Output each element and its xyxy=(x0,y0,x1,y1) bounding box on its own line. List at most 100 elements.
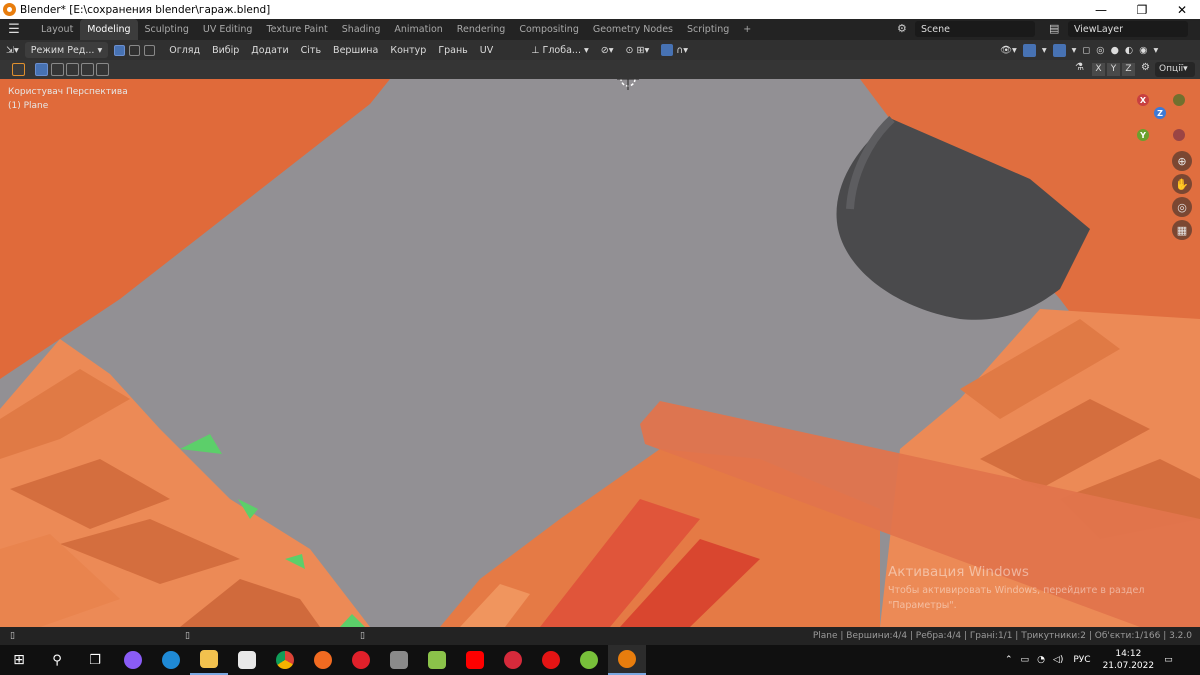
close-button[interactable]: ✕ xyxy=(1164,0,1200,19)
zoom-icon[interactable]: ⊕ xyxy=(1172,151,1192,171)
gizmo-toggle-icon[interactable] xyxy=(1022,43,1036,57)
proportional-edit-icon[interactable]: ∩▾ xyxy=(655,40,694,60)
winrar-icon[interactable] xyxy=(380,645,418,675)
mail-icon[interactable] xyxy=(228,645,266,675)
gizmo-neg-y-axis[interactable] xyxy=(1173,94,1185,106)
chrome-icon[interactable] xyxy=(266,645,304,675)
view-name-label: Користувач Перспектива xyxy=(8,87,128,97)
activation-watermark-title: Активация Windows xyxy=(888,564,1029,580)
youtube-music-icon[interactable] xyxy=(532,645,570,675)
clock-time: 14:12 xyxy=(1115,649,1142,659)
utorrent-icon[interactable] xyxy=(570,645,608,675)
windows-start-icon[interactable]: ⊞ xyxy=(0,645,38,675)
rendered-shading-icon[interactable]: ◉ xyxy=(1139,45,1147,56)
select-subtract-icon[interactable] xyxy=(66,63,79,76)
xray-icon[interactable]: ◻ xyxy=(1082,45,1090,56)
tab-uv-editing[interactable]: UV Editing xyxy=(196,19,260,40)
menu-face[interactable]: Грань xyxy=(432,40,473,60)
minimize-button[interactable]: — xyxy=(1083,0,1119,19)
mirror-y-toggle[interactable]: Y xyxy=(1107,63,1120,76)
camera-view-icon[interactable]: ◎ xyxy=(1172,197,1192,217)
menu-select[interactable]: Вибір xyxy=(206,40,245,60)
network-icon[interactable]: ◔ xyxy=(1037,655,1045,665)
clock[interactable]: 14:12 21.07.2022 xyxy=(1103,648,1155,672)
solid-shading-icon[interactable]: ● xyxy=(1111,45,1119,56)
perspective-toggle-icon[interactable]: ▦ xyxy=(1172,220,1192,240)
tab-geometry-nodes[interactable]: Geometry Nodes xyxy=(586,19,680,40)
transform-orientation-selector[interactable]: ⊥ Глоба... ▾ xyxy=(525,40,595,60)
menu-edge[interactable]: Контур xyxy=(384,40,432,60)
gizmo-y-axis[interactable]: Y xyxy=(1137,129,1149,141)
tab-compositing[interactable]: Compositing xyxy=(512,19,586,40)
auto-merge-icon[interactable]: ⚙ xyxy=(1141,62,1150,73)
mode-selector[interactable]: Режим Ред... ▾ xyxy=(24,42,109,58)
view-layer-selector[interactable]: ViewLayer xyxy=(1068,21,1188,37)
orange-wall-top-left xyxy=(0,79,390,379)
visibility-icon[interactable]: 👁▾ xyxy=(1000,45,1017,56)
editor-type-icon[interactable]: ⇲▾ xyxy=(0,40,25,60)
volume-icon[interactable]: ◁) xyxy=(1053,655,1063,665)
tab-rendering[interactable]: Rendering xyxy=(450,19,513,40)
tab-texture-paint[interactable]: Texture Paint xyxy=(259,19,334,40)
tab-shading[interactable]: Shading xyxy=(335,19,388,40)
notifications-icon[interactable]: ▭ xyxy=(1164,655,1173,665)
options-dropdown[interactable]: Опції▾ xyxy=(1155,62,1195,77)
select-new-icon[interactable] xyxy=(35,63,48,76)
explorer-icon[interactable] xyxy=(190,645,228,675)
shading-options-icon[interactable]: ▾ xyxy=(1153,45,1158,56)
edge-select-icon[interactable] xyxy=(129,44,141,56)
menu-vertex[interactable]: Вершина xyxy=(327,40,384,60)
viewport-header: ⇲▾ Режим Ред... ▾ Огляд Вибір Додати Сіт… xyxy=(0,40,1200,60)
pivot-point-icon[interactable]: ⊘▾ xyxy=(595,40,620,60)
youtube-icon[interactable] xyxy=(456,645,494,675)
mirror-z-toggle[interactable]: Z xyxy=(1122,63,1135,76)
menu-uv[interactable]: UV xyxy=(474,40,499,60)
maximize-button[interactable]: ❐ xyxy=(1124,0,1160,19)
edge-icon[interactable] xyxy=(152,645,190,675)
gizmo-neg-x-axis[interactable] xyxy=(1173,129,1185,141)
tool-icon[interactable] xyxy=(12,63,25,76)
search-icon[interactable]: ⚲ xyxy=(38,645,76,675)
main-menu-icon[interactable]: ☰ xyxy=(0,19,28,40)
pan-hand-icon[interactable]: ✋ xyxy=(1172,174,1192,194)
opera-icon[interactable] xyxy=(342,645,380,675)
vertex-select-icon[interactable] xyxy=(114,44,126,56)
wireframe-shading-icon[interactable]: ◎ xyxy=(1096,45,1104,56)
activation-watermark-text: Чтобы активировать Windows, перейдите в … xyxy=(888,585,1145,596)
active-object-label: (1) Plane xyxy=(8,101,49,111)
select-intersect-icon[interactable] xyxy=(96,63,109,76)
gizmo-z-axis[interactable]: Z xyxy=(1154,107,1166,119)
scene-selector[interactable]: Scene xyxy=(915,21,1035,37)
alice-icon[interactable] xyxy=(114,645,152,675)
3d-viewport[interactable]: Користувач Перспектива (1) Plane X Z Y ⊕… xyxy=(0,79,1200,627)
bluestacks-icon[interactable] xyxy=(418,645,456,675)
tab-modeling[interactable]: Modeling xyxy=(80,19,138,40)
select-invert-icon[interactable] xyxy=(81,63,94,76)
tray-overflow-icon[interactable]: ⌃ xyxy=(1005,655,1013,665)
avast-icon[interactable] xyxy=(304,645,342,675)
mouse-middle-icon: ▯ xyxy=(185,631,190,641)
menu-add[interactable]: Додати xyxy=(245,40,294,60)
mirror-x-toggle[interactable]: X xyxy=(1092,63,1105,76)
gizmo-x-axis[interactable]: X xyxy=(1137,94,1149,106)
tab-animation[interactable]: Animation xyxy=(387,19,449,40)
select-extend-icon[interactable] xyxy=(51,63,64,76)
tab-layout[interactable]: Layout xyxy=(34,19,80,40)
menu-view[interactable]: Огляд xyxy=(163,40,206,60)
tab-scripting[interactable]: Scripting xyxy=(680,19,736,40)
language-indicator[interactable]: РУС xyxy=(1073,655,1090,665)
clock-date: 21.07.2022 xyxy=(1102,661,1155,671)
menu-mesh[interactable]: Сіть xyxy=(295,40,327,60)
battery-icon[interactable]: ▭ xyxy=(1021,655,1030,665)
add-workspace-button[interactable]: + xyxy=(736,19,758,40)
tool-settings-bar: ⚗ X Y Z ⚙ Опції▾ xyxy=(0,60,1200,79)
material-shading-icon[interactable]: ◐ xyxy=(1125,45,1133,56)
snap-icon[interactable]: ⊙ ⊞▾ xyxy=(620,40,656,60)
face-select-icon[interactable] xyxy=(144,44,156,56)
tab-sculpting[interactable]: Sculpting xyxy=(138,19,196,40)
overlay-toggle-icon[interactable] xyxy=(1052,43,1066,57)
mirror-icon[interactable]: ⚗ xyxy=(1075,62,1084,73)
task-view-icon[interactable]: ❐ xyxy=(76,645,114,675)
blender-icon[interactable] xyxy=(608,645,646,675)
opera-gx-icon[interactable] xyxy=(494,645,532,675)
